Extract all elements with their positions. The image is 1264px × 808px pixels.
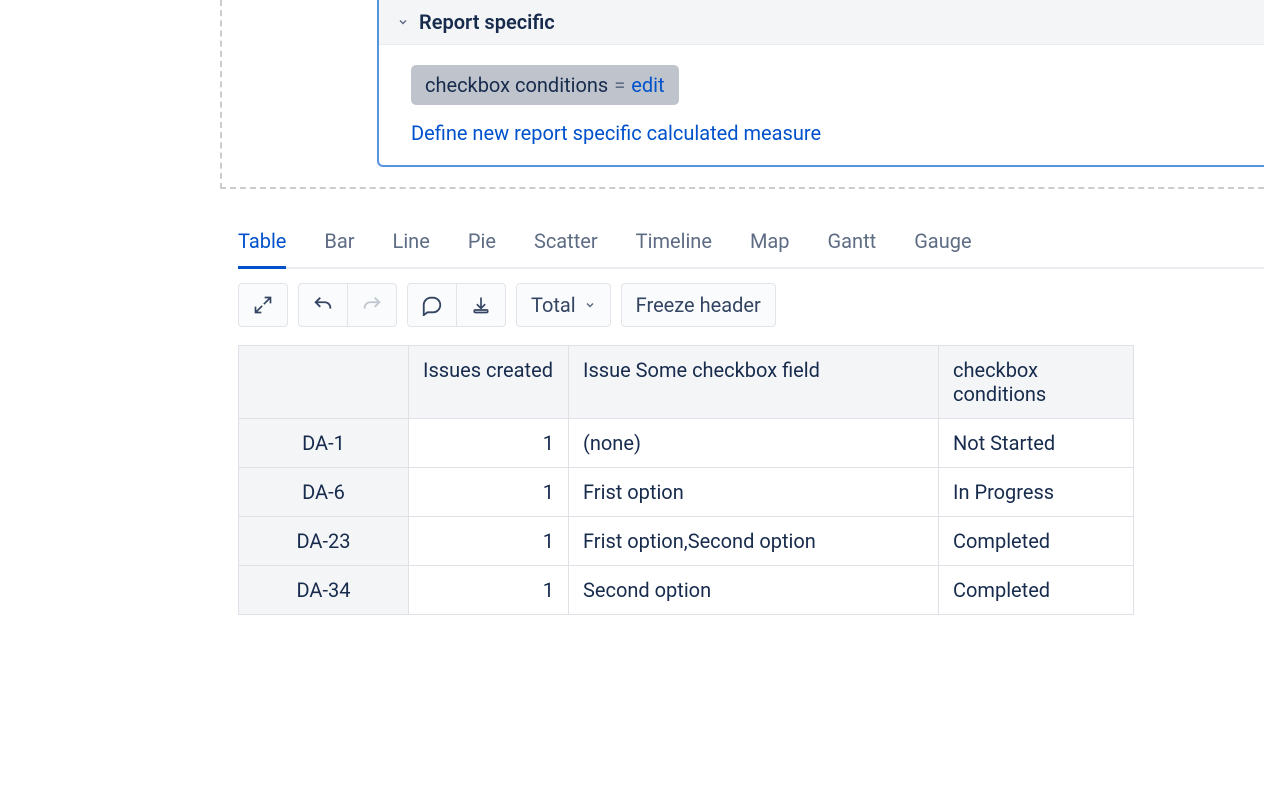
tab-scatter[interactable]: Scatter: [534, 219, 598, 267]
define-new-measure-link[interactable]: Define new report specific calculated me…: [411, 121, 1264, 145]
cell-field[interactable]: Second option: [569, 566, 939, 615]
tab-gauge[interactable]: Gauge: [914, 219, 971, 267]
total-label: Total: [531, 293, 576, 317]
undo-icon: [312, 294, 334, 316]
table-row: DA-6 1 Frist option In Progress: [239, 468, 1134, 517]
row-key[interactable]: DA-1: [239, 419, 409, 468]
header-checkbox-field[interactable]: Issue Some checkbox field: [569, 346, 939, 419]
total-dropdown[interactable]: Total: [516, 283, 611, 327]
cell-field[interactable]: Frist option,Second option: [569, 517, 939, 566]
cell-cond[interactable]: Not Started: [939, 419, 1134, 468]
measure-chip[interactable]: checkbox conditions = edit: [411, 65, 679, 105]
cell-cond[interactable]: Completed: [939, 566, 1134, 615]
header-rowkey[interactable]: [239, 346, 409, 419]
chevron-down-icon: [397, 16, 409, 28]
table-row: DA-1 1 (none) Not Started: [239, 419, 1134, 468]
download-icon: [471, 295, 491, 315]
comment-icon: [421, 294, 443, 316]
tab-pie[interactable]: Pie: [468, 219, 496, 267]
report-specific-panel: Report specific checkbox conditions = ed…: [377, 0, 1264, 167]
tab-bar[interactable]: Bar: [324, 219, 354, 267]
table-row: DA-34 1 Second option Completed: [239, 566, 1134, 615]
chip-edit-link[interactable]: edit: [631, 73, 664, 97]
tab-map[interactable]: Map: [750, 219, 790, 267]
freeze-header-button[interactable]: Freeze header: [621, 283, 776, 327]
expand-icon: [253, 295, 273, 315]
chart-type-tabs: Table Bar Line Pie Scatter Timeline Map …: [238, 219, 1264, 269]
cell-cond[interactable]: In Progress: [939, 468, 1134, 517]
header-conditions[interactable]: checkbox conditions: [939, 346, 1134, 419]
undo-button[interactable]: [298, 283, 348, 327]
row-key[interactable]: DA-34: [239, 566, 409, 615]
report-specific-header[interactable]: Report specific: [379, 0, 1264, 45]
cell-field[interactable]: Frist option: [569, 468, 939, 517]
tab-timeline[interactable]: Timeline: [636, 219, 712, 267]
table-header-row: Issues created Issue Some checkbox field…: [239, 346, 1134, 419]
cell-issues[interactable]: 1: [409, 517, 569, 566]
row-key[interactable]: DA-23: [239, 517, 409, 566]
table-row: DA-23 1 Frist option,Second option Compl…: [239, 517, 1134, 566]
freeze-header-label: Freeze header: [636, 293, 761, 317]
tab-gantt[interactable]: Gantt: [828, 219, 877, 267]
tab-table[interactable]: Table: [238, 219, 286, 267]
cell-cond[interactable]: Completed: [939, 517, 1134, 566]
row-key[interactable]: DA-6: [239, 468, 409, 517]
redo-button[interactable]: [347, 283, 397, 327]
chip-op: =: [614, 73, 625, 97]
table-toolbar: Total Freeze header: [238, 283, 1264, 327]
comment-button[interactable]: [407, 283, 457, 327]
cell-issues[interactable]: 1: [409, 468, 569, 517]
results-table: Issues created Issue Some checkbox field…: [238, 345, 1134, 615]
download-button[interactable]: [456, 283, 506, 327]
cell-field[interactable]: (none): [569, 419, 939, 468]
tab-line[interactable]: Line: [393, 219, 430, 267]
cell-issues[interactable]: 1: [409, 419, 569, 468]
chevron-down-icon: [584, 299, 596, 311]
chip-name: checkbox conditions: [425, 73, 608, 97]
header-issues-created[interactable]: Issues created: [409, 346, 569, 419]
cell-issues[interactable]: 1: [409, 566, 569, 615]
redo-icon: [361, 294, 383, 316]
section-title: Report specific: [419, 10, 555, 34]
expand-button[interactable]: [238, 283, 288, 327]
